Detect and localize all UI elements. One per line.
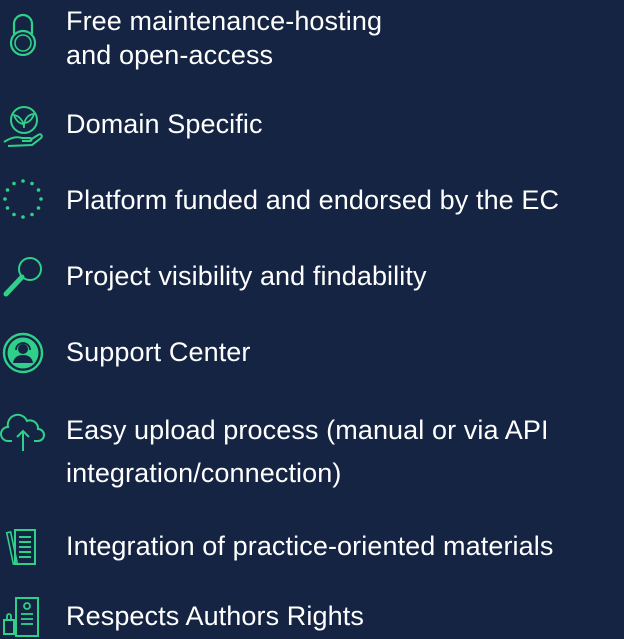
feature-domain-specific: Domain Specific	[0, 100, 624, 150]
feature-label: Platform funded and endorsed by the EC	[66, 185, 560, 215]
support-agent-icon	[0, 330, 46, 376]
feature-label: Respects Authors Rights	[66, 601, 364, 631]
feature-label: Easy upload process (manual or via API i…	[66, 415, 549, 488]
stars-circle-icon	[0, 176, 46, 222]
padlock-icon	[0, 10, 46, 56]
feature-easy-upload: Easy upload process (manual or via API i…	[0, 404, 624, 494]
feature-label: Free maintenance-hosting and open-access	[66, 6, 383, 70]
feature-free-hosting: Free maintenance-hosting and open-access	[0, 0, 624, 80]
features-panel: { "accent": "#2fd08a", "background": "#1…	[0, 0, 624, 639]
plant-in-hand-icon	[0, 102, 46, 148]
cloud-upload-icon	[0, 409, 46, 455]
feature-label: Domain Specific	[66, 109, 263, 139]
feature-platform-funded: Platform funded and endorsed by the EC	[0, 176, 624, 226]
magnifier-icon	[0, 254, 46, 300]
feature-label: Support Center	[66, 337, 251, 367]
author-rights-icon	[0, 594, 46, 639]
feature-visibility: Project visibility and findability	[0, 252, 624, 302]
feature-author-rights: Respects Authors Rights	[0, 594, 624, 639]
feature-label: Integration of practice-oriented materia…	[66, 531, 554, 561]
documents-icon	[0, 524, 46, 570]
feature-integration-materials: Integration of practice-oriented materia…	[0, 522, 624, 572]
feature-support-center: Support Center	[0, 328, 624, 378]
feature-label: Project visibility and findability	[66, 261, 427, 291]
